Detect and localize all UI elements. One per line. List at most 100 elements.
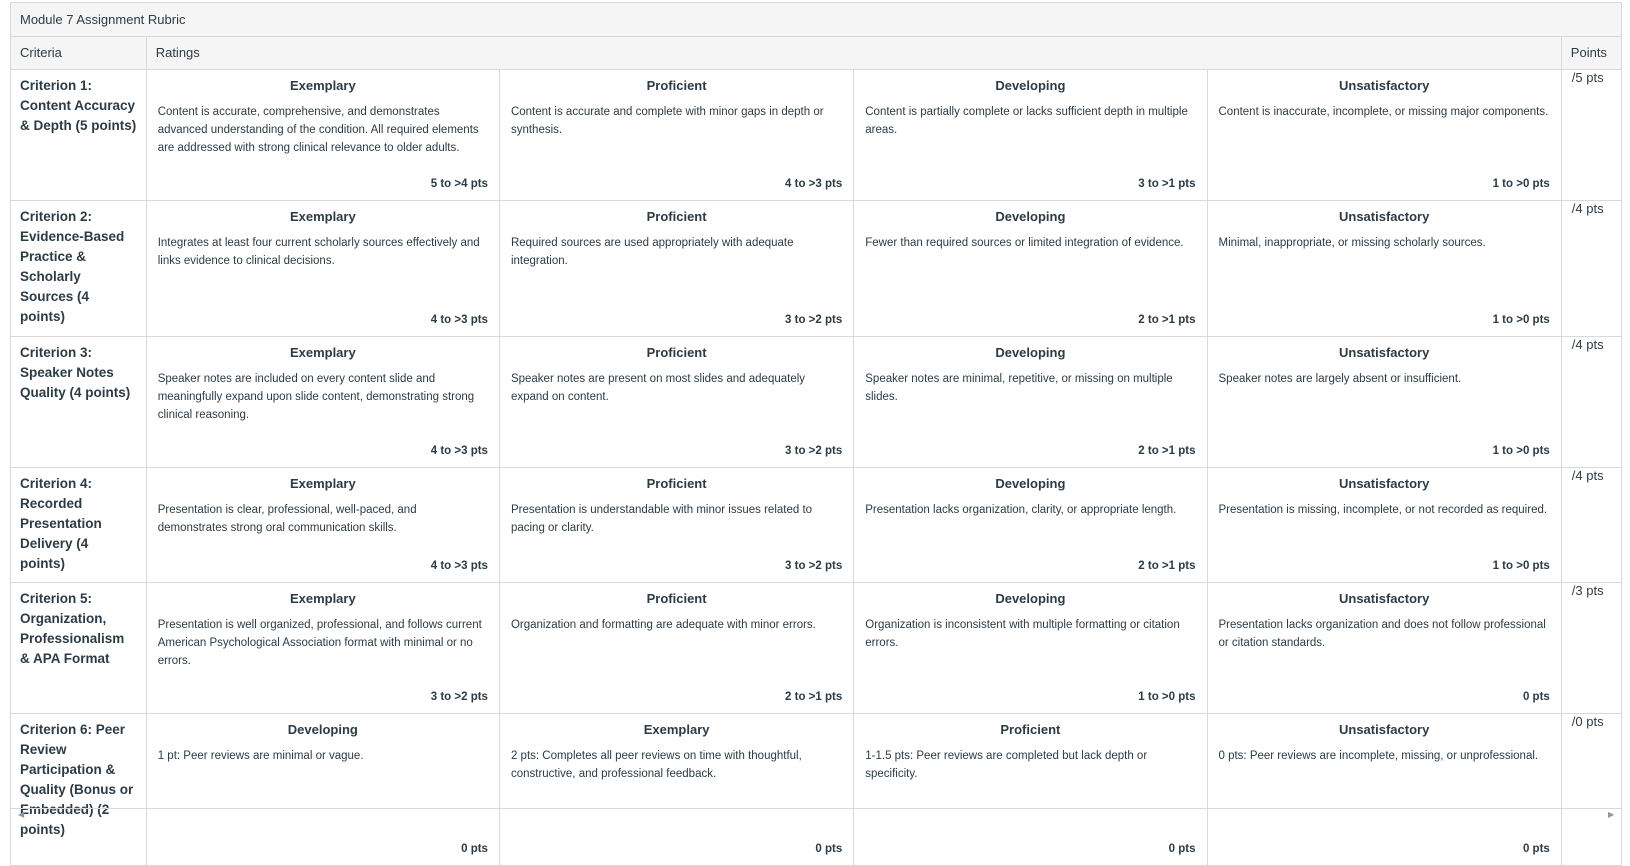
rating-cell[interactable]: Developing Organization is inconsistent w…: [853, 582, 1208, 714]
rating-cell[interactable]: Unsatisfactory 0 pts: Peer reviews are in…: [1206, 713, 1562, 866]
rating-cell[interactable]: Proficient Organization and formatting ar…: [498, 582, 855, 714]
criterion-description: Criterion 2: Evidence-Based Practice & S…: [10, 200, 147, 337]
rating-points: 2 to >1 pts: [1138, 445, 1196, 457]
points-cell: /5 pts: [1560, 69, 1623, 201]
rating-points: 3 to >2 pts: [785, 445, 843, 457]
rating-cell[interactable]: Developing Fewer than required sources or…: [853, 200, 1208, 337]
rating-title: Proficient: [1000, 722, 1061, 737]
rating-cell[interactable]: Proficient Content is accurate and comple…: [498, 69, 855, 201]
rating-description: Integrates at least four current scholar…: [157, 237, 480, 267]
rating-title: Developing: [995, 591, 1066, 606]
rating-description: Speaker notes are present on most slides…: [510, 373, 806, 403]
rating-cell[interactable]: Proficient Presentation is understandable…: [498, 467, 855, 583]
rating-points: 3 to >2 pts: [785, 560, 843, 572]
rating-description: 0 pts: Peer reviews are incomplete, miss…: [1218, 750, 1539, 762]
rating-title: Unsatisfactory: [1338, 591, 1430, 606]
rating-points: 4 to >3 pts: [430, 445, 488, 457]
rating-title: Proficient: [646, 345, 707, 360]
points-cell: /4 pts: [1560, 200, 1623, 337]
ratings-column-header: Ratings: [145, 36, 1562, 70]
points-cell: /4 pts: [1560, 336, 1623, 468]
rating-points: 1 to >0 pts: [1492, 445, 1550, 457]
criterion-description: Criterion 3: Speaker Notes Quality (4 po…: [10, 336, 147, 468]
criterion-row: Criterion 5: Organization, Professionali…: [10, 582, 1623, 714]
rating-cell[interactable]: Developing Speaker notes are minimal, rep…: [853, 336, 1208, 468]
rating-points: 4 to >3 pts: [430, 314, 488, 326]
rating-cell[interactable]: Unsatisfactory Minimal, inappropriate, or…: [1206, 200, 1562, 337]
rating-description: Speaker notes are largely absent or insu…: [1218, 373, 1462, 385]
rating-description: Content is accurate, comprehensive, and …: [157, 106, 479, 154]
rating-cell[interactable]: Proficient 1-1.5 pts: Peer reviews are co…: [853, 713, 1208, 866]
rating-description: 1 pt: Peer reviews are minimal or vague.: [157, 750, 364, 762]
rating-points: 5 to >4 pts: [430, 178, 488, 190]
rating-description: Organization is inconsistent with multip…: [865, 619, 1180, 649]
rating-points: 0 pts: [1168, 843, 1196, 855]
rating-cell[interactable]: Unsatisfactory Presentation lacks organiz…: [1206, 582, 1562, 714]
criterion-row: Criterion 1: Content Accuracy & Depth (5…: [10, 69, 1623, 201]
rating-cell[interactable]: Exemplary Integrates at least four curren…: [145, 200, 500, 337]
rating-points: 0 pts: [1522, 691, 1550, 703]
rating-title: Exemplary: [289, 78, 356, 93]
rating-cell[interactable]: Proficient Speaker notes are present on m…: [498, 336, 855, 468]
rating-description: Presentation is clear, professional, wel…: [157, 504, 417, 534]
rating-title: Unsatisfactory: [1338, 78, 1430, 93]
rating-description: Content is accurate and complete with mi…: [510, 106, 824, 136]
rating-title: Exemplary: [289, 209, 356, 224]
rating-description: 1-1.5 pts: Peer reviews are completed bu…: [865, 750, 1148, 780]
rating-points: 1 to >0 pts: [1138, 691, 1196, 703]
points-cell: /4 pts: [1560, 467, 1623, 583]
rating-cell[interactable]: Unsatisfactory Content is inaccurate, inc…: [1206, 69, 1562, 201]
rubric-table: Module 7 Assignment Rubric Criteria Rati…: [10, 2, 1623, 866]
arrow-left-icon[interactable]: ◀: [18, 810, 24, 819]
points-column-header: Points: [1560, 36, 1623, 70]
rating-cell[interactable]: Exemplary Presentation is well organized,…: [145, 582, 500, 714]
criterion-description: Criterion 1: Content Accuracy & Depth (5…: [10, 69, 147, 201]
rating-points: 0 pts: [815, 843, 843, 855]
rating-cell[interactable]: Developing Content is partially complete …: [853, 69, 1208, 201]
criteria-column-header: Criteria: [10, 36, 147, 70]
rating-cell[interactable]: Unsatisfactory Speaker notes are largely …: [1206, 336, 1562, 468]
rating-title: Developing: [995, 209, 1066, 224]
rating-description: Minimal, inappropriate, or missing schol…: [1218, 237, 1486, 249]
rating-cell[interactable]: Developing 1 pt: Peer reviews are minimal…: [145, 713, 500, 866]
rating-points: 1 to >0 pts: [1492, 560, 1550, 572]
rating-points: 1 to >0 pts: [1492, 314, 1550, 326]
rating-description: Presentation lacks organization, clarity…: [865, 504, 1177, 516]
rating-description: Required sources are used appropriately …: [510, 237, 794, 267]
rating-title: Proficient: [646, 209, 707, 224]
rating-description: Speaker notes are minimal, repetitive, o…: [865, 373, 1173, 403]
arrow-right-icon[interactable]: ▶: [1608, 810, 1614, 819]
rating-points: 2 to >1 pts: [1138, 560, 1196, 572]
rating-title: Developing: [995, 476, 1066, 491]
rubric-title: Module 7 Assignment Rubric: [10, 2, 1622, 37]
rating-points: 3 to >2 pts: [785, 314, 843, 326]
rating-title: Exemplary: [289, 476, 356, 491]
rating-description: Presentation is missing, incomplete, or …: [1218, 504, 1548, 516]
rating-description: Content is partially complete or lacks s…: [865, 106, 1188, 136]
rating-cell[interactable]: Exemplary Presentation is clear, professi…: [145, 467, 500, 583]
rating-cell[interactable]: Exemplary Content is accurate, comprehens…: [145, 69, 500, 201]
rating-cell[interactable]: Unsatisfactory Presentation is missing, i…: [1206, 467, 1562, 583]
rating-description: Presentation is understandable with mino…: [510, 504, 813, 534]
rating-points: 3 to >2 pts: [430, 691, 488, 703]
rating-description: Speaker notes are included on every cont…: [157, 373, 475, 421]
rating-title: Developing: [995, 78, 1066, 93]
rating-title: Unsatisfactory: [1338, 209, 1430, 224]
rating-cell[interactable]: Exemplary Speaker notes are included on e…: [145, 336, 500, 468]
criterion-description: Criterion 6: Peer Review Participation &…: [10, 713, 147, 866]
rating-title: Exemplary: [289, 591, 356, 606]
rating-cell[interactable]: Developing Presentation lacks organizatio…: [853, 467, 1208, 583]
rating-cell[interactable]: Exemplary 2 pts: Completes all peer revie…: [498, 713, 855, 866]
rating-title: Exemplary: [643, 722, 710, 737]
rating-points: 1 to >0 pts: [1492, 178, 1550, 190]
criterion-row: Criterion 2: Evidence-Based Practice & S…: [10, 200, 1623, 337]
rating-description: Fewer than required sources or limited i…: [865, 237, 1184, 249]
criterion-description: Criterion 5: Organization, Professionali…: [10, 582, 147, 714]
points-cell: /0 pts: [1560, 713, 1623, 866]
criterion-row: Criterion 3: Speaker Notes Quality (4 po…: [10, 336, 1623, 468]
rating-title: Unsatisfactory: [1338, 476, 1430, 491]
rating-title: Exemplary: [289, 345, 356, 360]
rating-points: 0 pts: [1522, 843, 1550, 855]
rating-description: Presentation is well organized, professi…: [157, 619, 482, 667]
rating-cell[interactable]: Proficient Required sources are used appr…: [498, 200, 855, 337]
